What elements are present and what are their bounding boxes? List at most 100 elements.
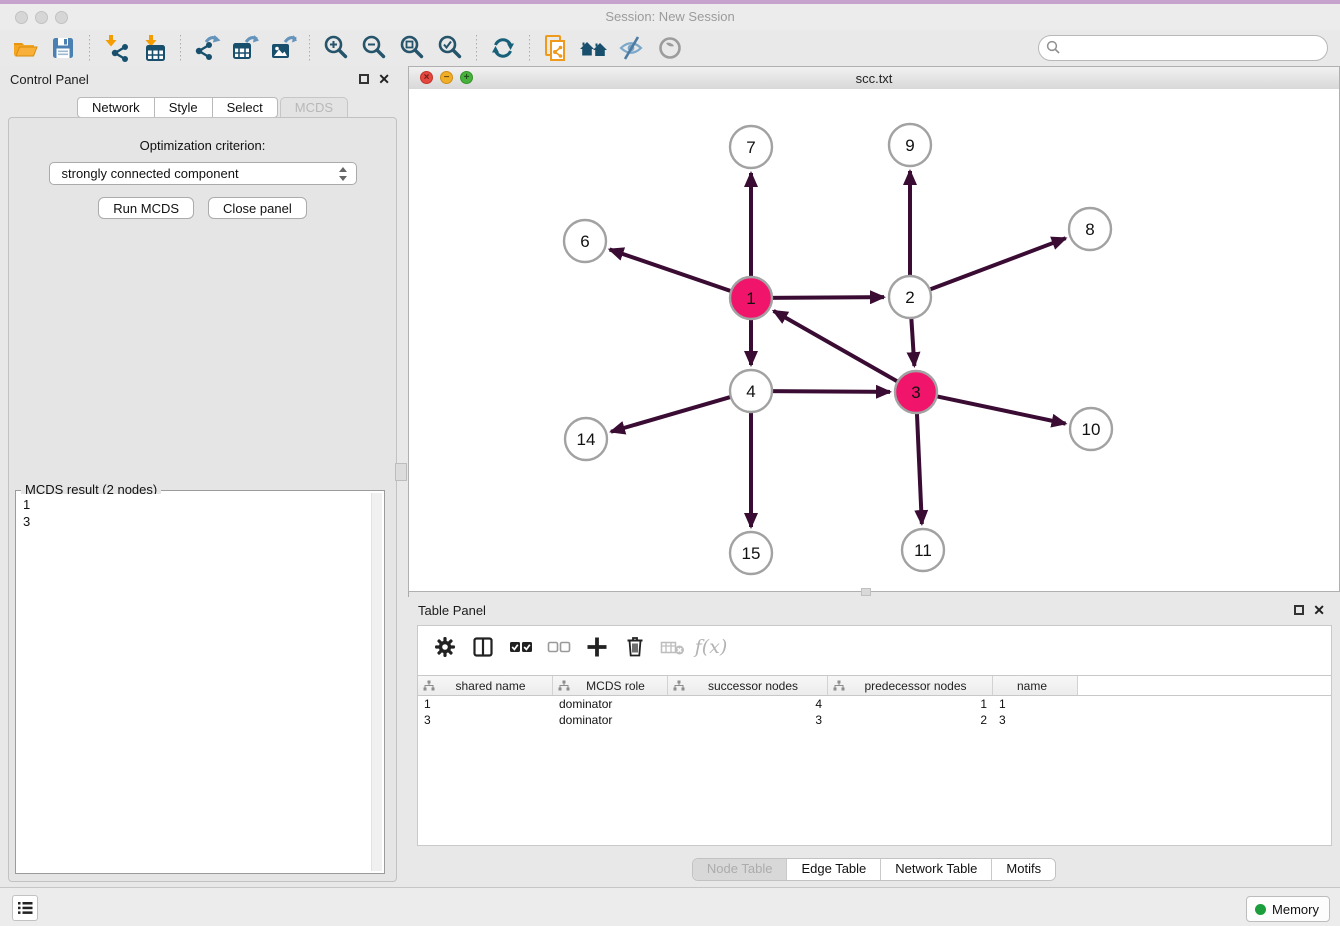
graph-node-label-7: 7 xyxy=(746,138,755,157)
graph-edge-2-8[interactable] xyxy=(927,238,1066,290)
zoom-in-button[interactable] xyxy=(317,32,355,64)
hierarchy-icon xyxy=(423,680,435,692)
hierarchy-icon xyxy=(558,680,570,692)
tab-style[interactable]: Style xyxy=(154,97,212,118)
run-mcds-button[interactable]: Run MCDS xyxy=(98,197,194,219)
graph-edge-3-10[interactable] xyxy=(934,396,1066,424)
vertical-splitter-grip[interactable] xyxy=(395,463,407,481)
column-header-shared-name[interactable]: shared name xyxy=(418,676,553,695)
network-canvas[interactable]: 1234678910111415 xyxy=(409,89,1339,591)
criterion-dropdown-value: strongly connected component xyxy=(62,166,239,181)
export-network-button[interactable] xyxy=(188,32,226,64)
toolbar-separator xyxy=(309,35,310,61)
close-table-panel-icon[interactable]: ✕ xyxy=(1313,602,1325,618)
tab-network[interactable]: Network xyxy=(77,97,154,118)
export-table-button[interactable] xyxy=(226,32,264,64)
close-panel-button[interactable]: Close panel xyxy=(208,197,307,219)
export-table-icon xyxy=(231,34,259,62)
import-table-button[interactable] xyxy=(135,32,173,64)
tab-node-table[interactable]: Node Table xyxy=(693,859,788,880)
network-view-window: × − + scc.txt 1234678910111415 xyxy=(408,66,1340,592)
search-field[interactable] xyxy=(1038,35,1328,61)
save-session-button[interactable] xyxy=(44,32,82,64)
graph-node-label-14: 14 xyxy=(577,430,596,449)
show-birds-eye-button[interactable] xyxy=(651,32,689,64)
add-column-button[interactable] xyxy=(578,630,616,664)
zoom-fit-button[interactable] xyxy=(393,32,431,64)
column-header-predecessor-nodes[interactable]: predecessor nodes xyxy=(828,676,993,695)
new-network-from-file-button[interactable] xyxy=(537,32,575,64)
eye-icon xyxy=(656,34,684,62)
control-panel-tabs: Network Style Select MCDS xyxy=(77,97,348,118)
cell-successor-nodes[interactable]: 3 xyxy=(668,713,828,727)
table-settings-button[interactable] xyxy=(426,630,464,664)
delete-table-button[interactable] xyxy=(654,630,692,664)
zoom-selected-button[interactable] xyxy=(431,32,469,64)
list-icon xyxy=(17,901,33,915)
tab-network-table[interactable]: Network Table xyxy=(881,859,992,880)
select-all-columns-button[interactable] xyxy=(502,630,540,664)
table-row[interactable]: 1 dominator 4 1 1 xyxy=(418,696,1331,712)
cell-shared-name[interactable]: 1 xyxy=(418,697,553,711)
tab-mcds[interactable]: MCDS xyxy=(280,97,348,118)
graph-edge-4-3[interactable] xyxy=(769,391,890,392)
network-document-icon xyxy=(542,34,570,62)
zoom-out-icon xyxy=(360,34,388,62)
function-builder-button[interactable]: f(x) xyxy=(692,630,730,664)
delete-column-button[interactable] xyxy=(616,630,654,664)
graph-edge-3-1[interactable] xyxy=(774,311,901,383)
graph-node-label-2: 2 xyxy=(905,288,914,307)
column-header-name[interactable]: name xyxy=(993,676,1078,695)
control-panel-title: Control Panel xyxy=(10,72,89,87)
network-graph[interactable]: 1234678910111415 xyxy=(409,89,1339,591)
cell-name[interactable]: 3 xyxy=(993,713,1078,727)
refresh-button[interactable] xyxy=(484,32,522,64)
cell-predecessor-nodes[interactable]: 2 xyxy=(828,713,993,727)
zoom-out-button[interactable] xyxy=(355,32,393,64)
result-scrollbar[interactable] xyxy=(371,493,382,871)
eye-slash-icon xyxy=(618,34,646,62)
cell-predecessor-nodes[interactable]: 1 xyxy=(828,697,993,711)
graph-node-label-15: 15 xyxy=(742,544,761,563)
float-panel-icon[interactable] xyxy=(359,74,369,84)
cell-successor-nodes[interactable]: 4 xyxy=(668,697,828,711)
column-header-successor-nodes[interactable]: successor nodes xyxy=(668,676,828,695)
float-table-panel-icon[interactable] xyxy=(1294,605,1304,615)
import-network-button[interactable] xyxy=(97,32,135,64)
criterion-dropdown[interactable]: strongly connected component xyxy=(49,162,357,185)
cell-mcds-role[interactable]: dominator xyxy=(553,697,668,711)
graph-edge-1-2[interactable] xyxy=(769,297,884,298)
mcds-result-text[interactable]: 1 3 xyxy=(18,494,371,871)
cell-mcds-role[interactable]: dominator xyxy=(553,713,668,727)
hide-graphics-details-button[interactable] xyxy=(613,32,651,64)
close-panel-icon[interactable]: ✕ xyxy=(378,71,390,87)
export-image-button[interactable] xyxy=(264,32,302,64)
trash-icon xyxy=(623,635,647,659)
deselect-all-columns-button[interactable] xyxy=(540,630,578,664)
open-session-button[interactable] xyxy=(6,32,44,64)
optimization-criterion-label: Optimization criterion: xyxy=(9,138,396,153)
cell-name[interactable]: 1 xyxy=(993,697,1078,711)
hierarchy-icon xyxy=(833,680,845,692)
graph-edge-2-3[interactable] xyxy=(911,315,914,366)
home-button[interactable] xyxy=(575,32,613,64)
graph-edge-3-11[interactable] xyxy=(917,410,922,524)
search-input[interactable] xyxy=(1065,38,1319,58)
home-houses-icon xyxy=(579,34,609,62)
memory-button[interactable]: Memory xyxy=(1246,896,1330,922)
dropdown-stepper-icon xyxy=(339,167,348,181)
show-columns-button[interactable] xyxy=(464,630,502,664)
tab-motifs[interactable]: Motifs xyxy=(992,859,1055,880)
horizontal-splitter-grip[interactable] xyxy=(861,588,871,596)
graph-edge-4-14[interactable] xyxy=(611,396,734,432)
table-row[interactable]: 3 dominator 3 2 3 xyxy=(418,712,1331,728)
task-history-button[interactable] xyxy=(12,895,38,921)
tab-select[interactable]: Select xyxy=(212,97,278,118)
column-header-mcds-role[interactable]: MCDS role xyxy=(553,676,668,695)
cell-shared-name[interactable]: 3 xyxy=(418,713,553,727)
app-title: Session: New Session xyxy=(0,9,1340,24)
tab-edge-table[interactable]: Edge Table xyxy=(787,859,881,880)
toolbar-separator xyxy=(529,35,530,61)
control-panel-header: Control Panel ✕ xyxy=(0,66,405,92)
graph-edge-1-6[interactable] xyxy=(610,249,734,292)
